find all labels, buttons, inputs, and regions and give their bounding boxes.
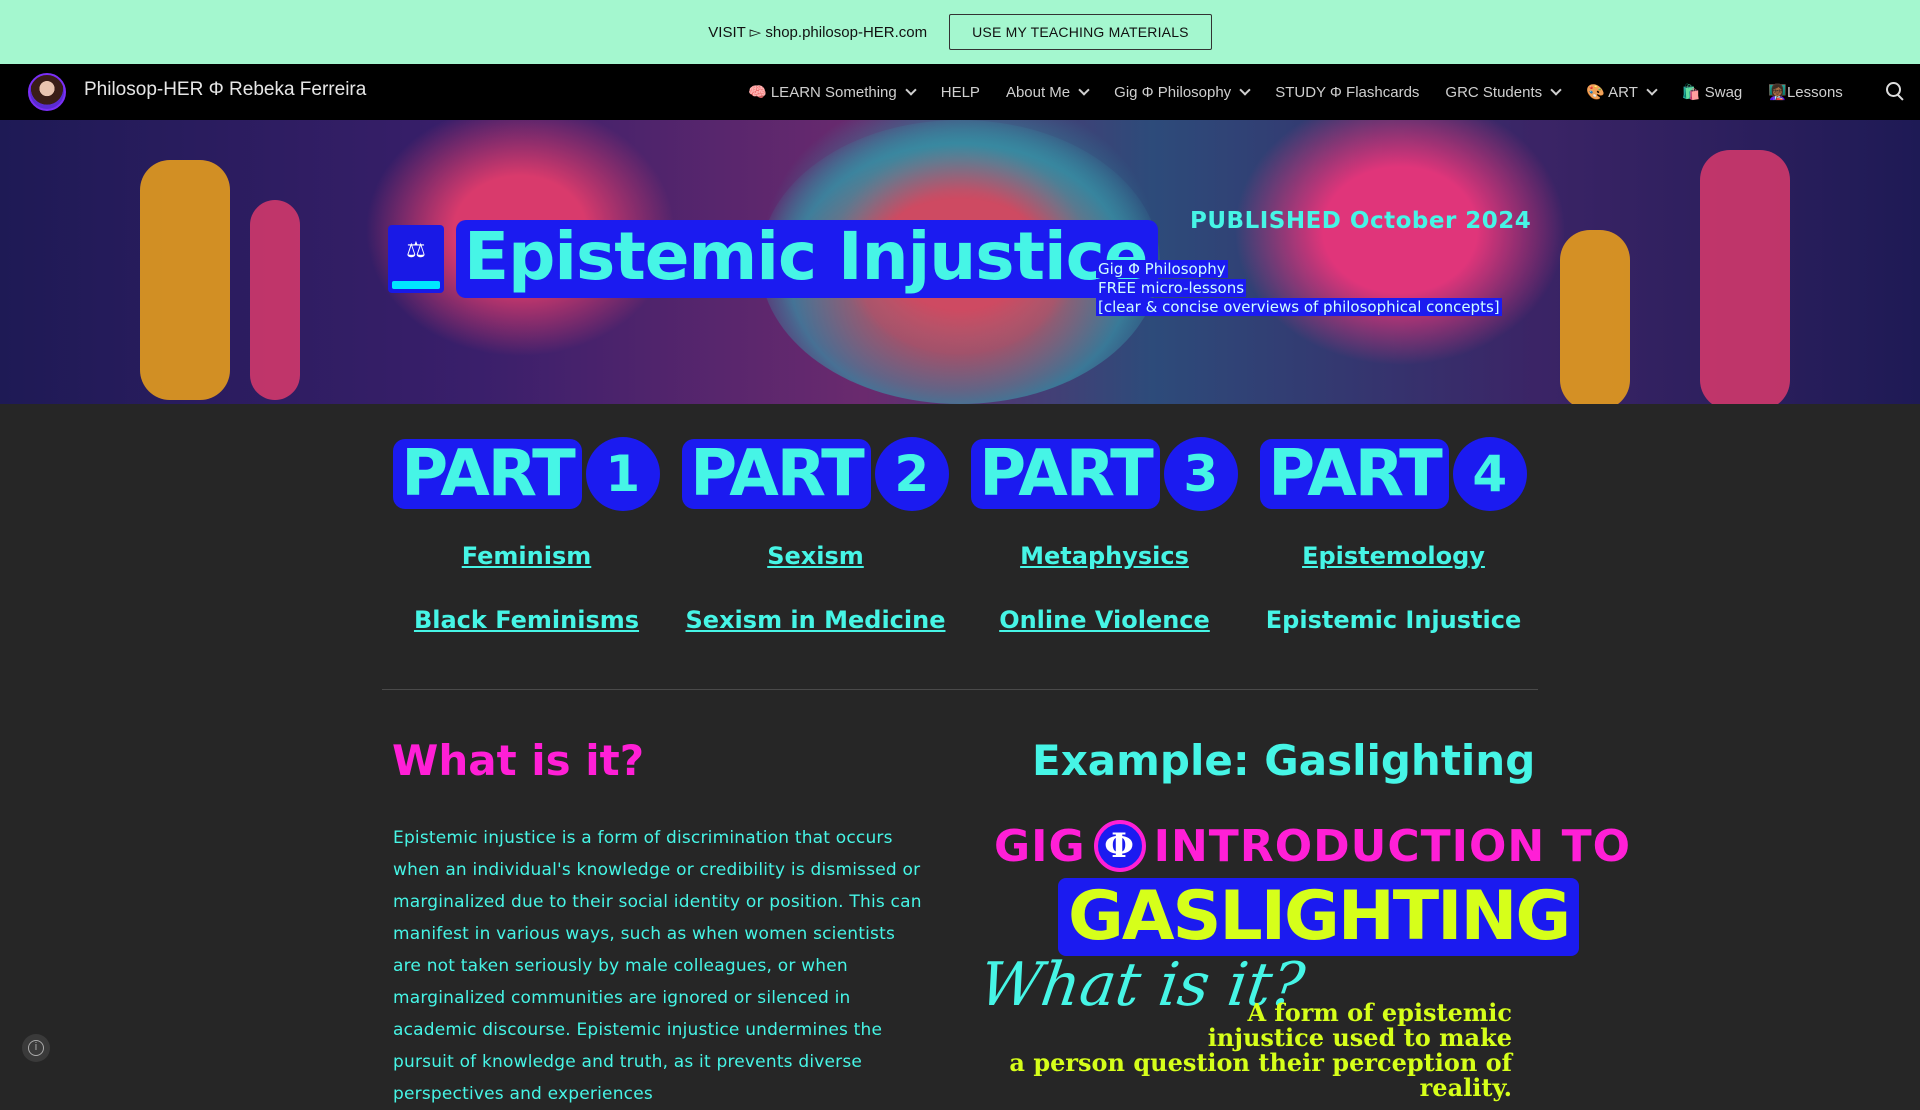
announcement-bar: VISIT ▻ shop.philosop-HER.com USE MY TEA… bbox=[0, 0, 1920, 64]
hero-sub-line: Gig Φ Philosophy bbox=[1096, 260, 1228, 278]
definition-line: injustice used to make bbox=[1207, 1023, 1512, 1052]
nav-item-learn[interactable]: 🧠 LEARN Something bbox=[748, 83, 917, 101]
part-number: 2 bbox=[874, 437, 949, 511]
hero-decor-shape bbox=[140, 160, 230, 400]
hero-decor-shape bbox=[250, 200, 300, 400]
link-epistemology[interactable]: Epistemology bbox=[1302, 542, 1485, 572]
part-column-2: PART 2 Sexism Sexism in Medicine bbox=[671, 436, 960, 636]
nav-item-label: 🛍️ Swag bbox=[1681, 84, 1743, 101]
nav-item-gig-philosophy[interactable]: Gig Φ Philosophy bbox=[1114, 83, 1251, 101]
part-label: PART bbox=[393, 439, 582, 509]
part-badge: PART 2 bbox=[682, 436, 949, 512]
chevron-down-icon[interactable] bbox=[1550, 84, 1562, 96]
page-title: Epistemic Injustice bbox=[456, 220, 1158, 298]
link-black-feminisms[interactable]: Black Feminisms bbox=[414, 606, 639, 636]
link-online-violence[interactable]: Online Violence bbox=[999, 606, 1210, 636]
part-number: 3 bbox=[1163, 437, 1238, 511]
site-info-button[interactable]: i bbox=[22, 1034, 50, 1062]
what-is-it-heading: What is it? bbox=[392, 736, 645, 785]
current-page-epistemic-injustice: Epistemic Injustice bbox=[1265, 606, 1522, 634]
part-column-3: PART 3 Metaphysics Online Violence bbox=[960, 436, 1249, 636]
hero-decor-shape bbox=[1700, 150, 1790, 404]
nav-item-about[interactable]: About Me bbox=[1005, 83, 1090, 101]
part-badge: PART 4 bbox=[1260, 436, 1527, 512]
hero-sub-line: FREE micro-lessons bbox=[1096, 279, 1247, 297]
link-metaphysics[interactable]: Metaphysics bbox=[1020, 542, 1189, 572]
gaslighting-definition: A form of epistemic injustice used to ma… bbox=[1000, 1000, 1512, 1100]
part-label: PART bbox=[1260, 439, 1449, 509]
part-number: 1 bbox=[585, 437, 660, 511]
section-divider bbox=[382, 689, 1538, 690]
info-icon: i bbox=[28, 1040, 44, 1056]
link-feminism[interactable]: Feminism bbox=[462, 542, 592, 572]
announcement-text[interactable]: VISIT ▻ shop.philosop-HER.com bbox=[708, 23, 927, 41]
nav-menu: 🧠 LEARN Something HELP About Me Gig Φ Ph… bbox=[748, 64, 1869, 120]
nav-item-study-flashcards[interactable]: STUDY Φ Flashcards bbox=[1275, 84, 1419, 101]
nav-item-art[interactable]: 🎨 ART bbox=[1586, 83, 1658, 101]
nav-item-label: 🎨 ART bbox=[1586, 84, 1638, 101]
hero-title-block: ⚖ Epistemic Injustice bbox=[388, 220, 1158, 298]
nav-item-label: STUDY Φ Flashcards bbox=[1275, 83, 1420, 101]
link-sexism[interactable]: Sexism bbox=[767, 542, 864, 572]
part-number: 4 bbox=[1452, 437, 1527, 511]
part-badge: PART 3 bbox=[971, 436, 1238, 512]
part-column-1: PART 1 Feminism Black Feminisms bbox=[382, 436, 671, 636]
nav-item-label: 🧠 LEARN Something bbox=[748, 84, 897, 101]
phi-icon: Φ bbox=[1093, 820, 1146, 872]
avatar[interactable] bbox=[28, 73, 66, 111]
hero-banner: ⚖ Epistemic Injustice PUBLISHED October … bbox=[0, 120, 1920, 404]
part-column-4: PART 4 Epistemology Epistemic Injustice bbox=[1249, 436, 1538, 636]
published-date: PUBLISHED October 2024 bbox=[1190, 208, 1532, 234]
gig-label: GIG bbox=[994, 820, 1086, 872]
nav-item-label: About Me bbox=[1005, 83, 1071, 101]
nav-item-label: 👩🏾‍🏫Lessons bbox=[1768, 84, 1843, 101]
nav-item-label: GRC Students bbox=[1445, 83, 1543, 101]
chevron-down-icon[interactable] bbox=[1239, 84, 1251, 96]
part-label: PART bbox=[971, 439, 1160, 509]
chevron-down-icon[interactable] bbox=[1646, 84, 1658, 96]
nav-item-label: Gig Φ Philosophy bbox=[1114, 83, 1232, 101]
definition-paragraph: Epistemic injustice is a form of discrim… bbox=[393, 828, 922, 1104]
site-title[interactable]: Philosop-HER Φ Rebeka Ferreira bbox=[84, 79, 366, 101]
parts-grid: PART 1 Feminism Black Feminisms PART 2 Sex… bbox=[382, 436, 1538, 636]
hero-decor-shape bbox=[1560, 230, 1630, 404]
hero-subtitle: Gig Φ Philosophy FREE micro-lessons [cle… bbox=[1096, 260, 1502, 317]
gig-intro-line: GIG Φ INTRODUCTION TO bbox=[994, 820, 1631, 872]
scales-book-icon: ⚖ bbox=[388, 225, 444, 293]
nav-item-label: HELP bbox=[940, 83, 980, 101]
part-label: PART bbox=[682, 439, 871, 509]
hero-sub-line: [clear & concise overviews of philosophi… bbox=[1096, 298, 1502, 316]
part-badge: PART 1 bbox=[393, 436, 660, 512]
nav-item-grc-students[interactable]: GRC Students bbox=[1445, 83, 1562, 101]
gaslighting-title: GASLIGHTING bbox=[1058, 878, 1580, 956]
nav-item-help[interactable]: HELP bbox=[941, 84, 980, 101]
definition-line: a person question their perception of re… bbox=[1009, 1048, 1512, 1102]
nav-item-swag[interactable]: 🛍️ Swag bbox=[1682, 83, 1742, 101]
chevron-down-icon[interactable] bbox=[1078, 84, 1090, 96]
example-heading: Example: Gaslighting bbox=[1032, 736, 1536, 785]
link-sexism-in-medicine[interactable]: Sexism in Medicine bbox=[686, 606, 946, 636]
top-nav: Philosop-HER Φ Rebeka Ferreira 🧠 LEARN S… bbox=[0, 64, 1920, 120]
nav-item-lessons[interactable]: 👩🏾‍🏫Lessons bbox=[1768, 83, 1843, 101]
search-icon[interactable] bbox=[1886, 82, 1906, 102]
teaching-materials-button[interactable]: USE MY TEACHING MATERIALS bbox=[949, 14, 1212, 50]
chevron-down-icon[interactable] bbox=[905, 84, 917, 96]
intro-label: INTRODUCTION TO bbox=[1153, 820, 1631, 872]
definition-line: A form of epistemic bbox=[1247, 998, 1512, 1027]
